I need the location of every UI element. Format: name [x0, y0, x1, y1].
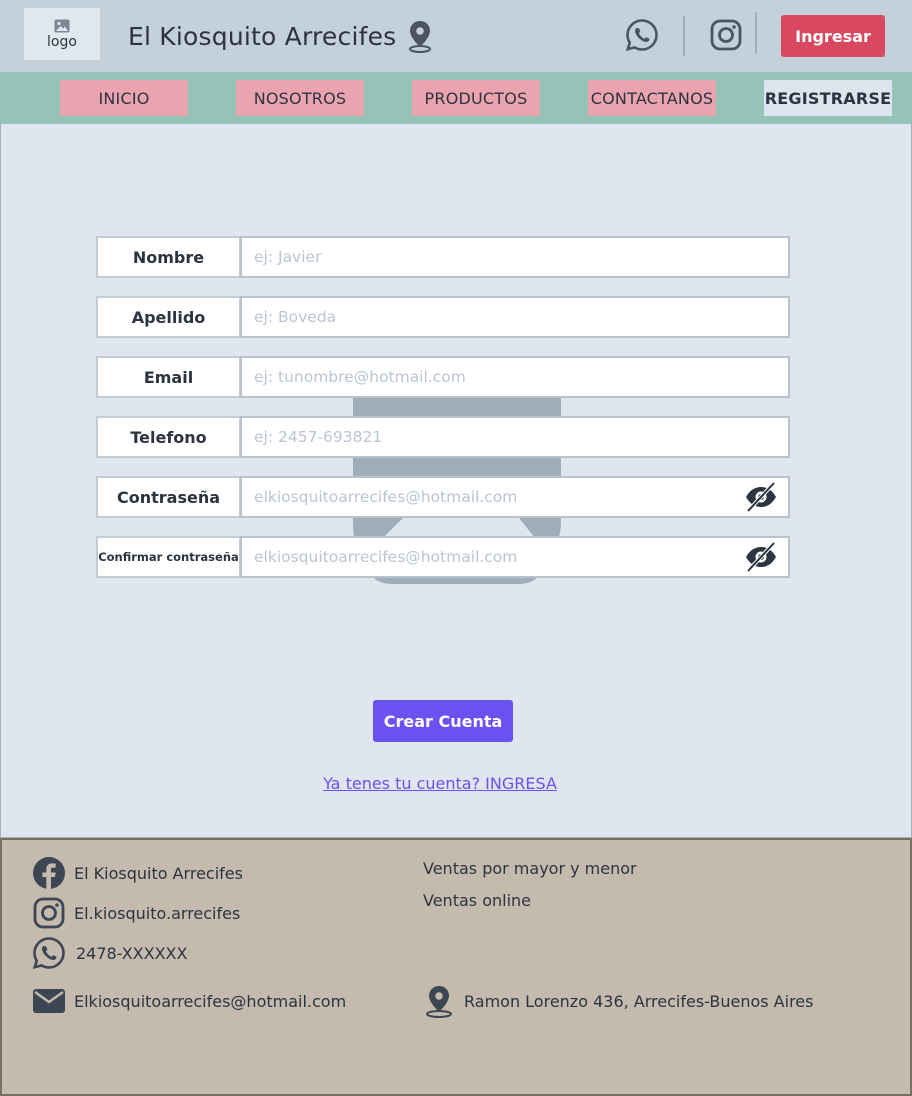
nav-item-productos[interactable]: PRODUCTOS — [412, 80, 540, 116]
footer-facebook[interactable]: El Kiosquito Arrecifes — [32, 856, 243, 890]
footer-sales-wholesale: Ventas por mayor y menor — [423, 859, 637, 878]
create-account-button[interactable]: Crear Cuenta — [373, 700, 513, 742]
field-label-telefono: Telefono — [96, 416, 241, 458]
form-row-apellido: Apellido — [96, 296, 790, 338]
password-input[interactable] — [240, 476, 790, 518]
nav-item-inicio[interactable]: INICIO — [60, 80, 188, 116]
register-section: Nombre Apellido Email Telefono Contraseñ… — [0, 124, 912, 838]
eye-off-icon[interactable] — [744, 541, 778, 573]
telefono-input[interactable] — [240, 416, 790, 458]
map-pin-icon — [426, 986, 452, 1018]
input-wrap — [240, 476, 790, 518]
form-row-nombre: Nombre — [96, 236, 790, 278]
nav-item-nosotros[interactable]: NOSOTROS — [236, 80, 364, 116]
header-divider — [683, 16, 685, 56]
form-row-confirmar: Confirmar contraseña — [96, 536, 790, 578]
field-label-confirmar: Confirmar contraseña — [96, 536, 241, 578]
footer-facebook-text: El Kiosquito Arrecifes — [74, 863, 243, 883]
whatsapp-icon[interactable] — [625, 18, 659, 52]
form-row-email: Email — [96, 356, 790, 398]
brand: El Kiosquito Arrecifes — [128, 16, 436, 56]
footer-instagram-text: El.kiosquito.arrecifes — [74, 903, 241, 923]
input-wrap — [240, 416, 790, 458]
field-label-contrasena: Contraseña — [96, 476, 241, 518]
footer-whatsapp[interactable]: 2478-XXXXXX — [32, 936, 187, 970]
input-wrap — [240, 536, 790, 578]
facebook-icon — [33, 857, 65, 890]
form-row-telefono: Telefono — [96, 416, 790, 458]
instagram-icon[interactable] — [709, 18, 743, 52]
header: logo El Kiosquito Arrecifes Ingresar — [0, 0, 912, 72]
instagram-icon — [33, 897, 65, 929]
nav-item-contactanos[interactable]: CONTACTANOS — [588, 80, 716, 116]
map-pin-icon — [409, 21, 432, 53]
email-input[interactable] — [240, 356, 790, 398]
input-wrap — [240, 296, 790, 338]
footer-whatsapp-text: 2478-XXXXXX — [76, 943, 188, 963]
header-divider — [755, 12, 757, 54]
footer: El Kiosquito Arrecifes El.kiosquito.arre… — [0, 838, 912, 1096]
login-button[interactable]: Ingresar — [781, 15, 885, 57]
field-label-nombre: Nombre — [96, 236, 241, 278]
footer-instagram[interactable]: El.kiosquito.arrecifes — [32, 896, 240, 930]
input-wrap — [240, 356, 790, 398]
confirm-password-input[interactable] — [240, 536, 790, 578]
apellido-input[interactable] — [240, 296, 790, 338]
field-label-email: Email — [96, 356, 241, 398]
field-label-apellido: Apellido — [96, 296, 241, 338]
footer-email-text: Elkiosquitoarrecifes@hotmail.com — [74, 991, 347, 1011]
nombre-input[interactable] — [240, 236, 790, 278]
site-title: El Kiosquito Arrecifes — [128, 21, 397, 51]
nav-item-registrarse[interactable]: REGISTRARSE — [764, 80, 892, 116]
main-nav: INICIO NOSOTROS PRODUCTOS CONTACTANOS RE… — [0, 72, 912, 124]
eye-off-icon[interactable] — [744, 481, 778, 513]
input-wrap — [240, 236, 790, 278]
whatsapp-icon — [32, 937, 65, 970]
logo[interactable]: logo — [24, 8, 100, 60]
footer-address[interactable]: Ramon Lorenzo 436, Arrecifes-Buenos Aire… — [422, 984, 813, 1018]
footer-sales-online: Ventas online — [423, 891, 531, 910]
image-icon — [54, 19, 70, 32]
logo-label: logo — [47, 33, 77, 50]
footer-address-text: Ramon Lorenzo 436, Arrecifes-Buenos Aire… — [464, 991, 814, 1011]
footer-email[interactable]: Elkiosquitoarrecifes@hotmail.com — [32, 984, 346, 1018]
login-link[interactable]: Ya tenes tu cuenta? INGRESA — [1, 774, 879, 793]
mail-icon — [33, 989, 65, 1013]
form-row-contrasena: Contraseña — [96, 476, 790, 518]
